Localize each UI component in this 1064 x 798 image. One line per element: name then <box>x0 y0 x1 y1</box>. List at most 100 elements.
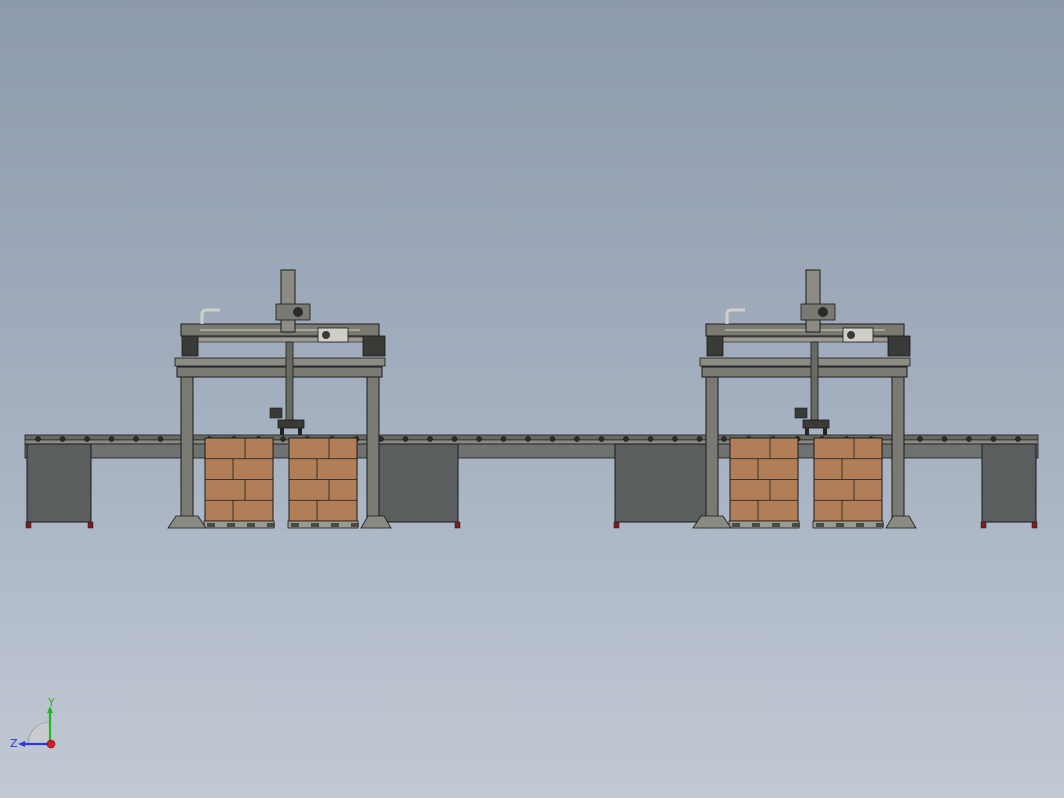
roller <box>941 436 948 442</box>
roller <box>476 436 482 442</box>
roller <box>672 436 678 442</box>
pallet-slot <box>351 523 359 527</box>
gripper-head <box>802 419 830 429</box>
gripper-finger <box>280 428 284 435</box>
x-axis-dot <box>46 739 56 749</box>
pallet-slot <box>331 523 339 527</box>
pallet-slot <box>876 523 884 527</box>
conveyor-top-rail <box>24 434 1039 441</box>
roller <box>451 436 458 442</box>
conveyor-lower-rail <box>24 439 1039 445</box>
roller <box>549 436 556 442</box>
pallet-slot <box>792 523 800 527</box>
roller <box>108 436 115 442</box>
pallet-slot <box>311 523 319 527</box>
gantry-leg-right <box>891 374 905 524</box>
pallet-slot <box>752 523 760 527</box>
z-axis-arrow <box>18 741 25 747</box>
lift-column <box>285 341 294 421</box>
cabinet-4[interactable] <box>981 443 1037 523</box>
pallet-slot <box>816 523 824 527</box>
roller <box>696 436 703 442</box>
conveyor-foot <box>613 521 620 529</box>
pallet-slot <box>267 523 275 527</box>
carriage-motor <box>293 307 303 317</box>
gantry-platform <box>699 357 911 367</box>
pallet-stack-2 <box>287 437 359 529</box>
gantry-crossbeam <box>701 366 908 378</box>
carriage-motor <box>818 307 828 317</box>
gripper-finger <box>805 428 809 435</box>
pallet-slot <box>247 523 255 527</box>
assembly-model[interactable] <box>0 0 1064 798</box>
lift-column <box>810 341 819 421</box>
pallet-stack-1 <box>728 437 800 529</box>
drive-unit-right <box>362 335 386 357</box>
roller <box>990 436 997 442</box>
roller <box>647 436 654 442</box>
roller <box>84 436 90 442</box>
pallet-slot <box>291 523 299 527</box>
cabinet-2[interactable] <box>377 443 459 523</box>
cable-carrier <box>725 308 745 324</box>
roller <box>280 436 286 442</box>
roller <box>525 436 531 442</box>
drive-unit-left <box>181 335 199 357</box>
motor-hub <box>322 331 330 339</box>
roller <box>721 436 727 442</box>
gripper-valve <box>794 407 808 419</box>
roller <box>917 436 923 442</box>
pallet-slot <box>856 523 864 527</box>
pallet-slot <box>227 523 235 527</box>
z-axis-mast <box>280 269 296 333</box>
roller <box>574 436 580 442</box>
conveyor-foot <box>25 521 32 529</box>
drive-unit-left <box>706 335 724 357</box>
palletizer-gantry-right[interactable] <box>692 269 917 529</box>
gantry-platform <box>174 357 386 367</box>
roller <box>623 436 629 442</box>
roller <box>500 436 507 442</box>
gripper-head <box>277 419 305 429</box>
pallet-slot <box>836 523 844 527</box>
pallet-slot <box>772 523 780 527</box>
gantry-leg-left <box>705 374 719 524</box>
conveyor-foot <box>980 521 987 529</box>
conveyor-foot <box>87 521 94 529</box>
motor-hub <box>847 331 855 339</box>
roller <box>35 436 41 442</box>
leg-base-left <box>167 515 207 529</box>
roller <box>402 436 409 442</box>
gripper-finger <box>823 428 827 435</box>
roller <box>1015 436 1021 442</box>
pallet-slot <box>732 523 740 527</box>
conveyor-foot <box>1031 521 1038 529</box>
cad-graphics-area[interactable]: Y Z <box>0 0 1064 798</box>
leg-base-right <box>885 515 917 529</box>
pallet-stack-1 <box>203 437 275 529</box>
gripper-finger <box>298 428 302 435</box>
z-axis-label: Z <box>10 737 18 750</box>
roller <box>598 436 605 442</box>
gantry-stations[interactable] <box>167 269 917 529</box>
roller <box>133 436 139 442</box>
palletizer-gantry-left[interactable] <box>167 269 392 529</box>
gantry-crossbeam <box>176 366 383 378</box>
y-axis-label: Y <box>47 698 55 709</box>
roller <box>427 436 433 442</box>
conveyor-foot <box>454 521 461 529</box>
cabinet-3[interactable] <box>614 443 708 523</box>
gantry-leg-left <box>180 374 194 524</box>
cable-carrier <box>200 308 220 324</box>
roller <box>59 436 66 442</box>
pallet-slot <box>207 523 215 527</box>
coordinate-triad: Y Z <box>10 698 56 750</box>
gripper-valve <box>269 407 283 419</box>
gantry-leg-right <box>366 374 380 524</box>
conveyor-line[interactable] <box>24 434 1039 529</box>
conveyor-beam <box>24 443 1039 459</box>
z-axis-mast <box>805 269 821 333</box>
roller <box>157 436 164 442</box>
pallet-stack-2 <box>812 437 884 529</box>
cabinet-1[interactable] <box>26 443 92 523</box>
